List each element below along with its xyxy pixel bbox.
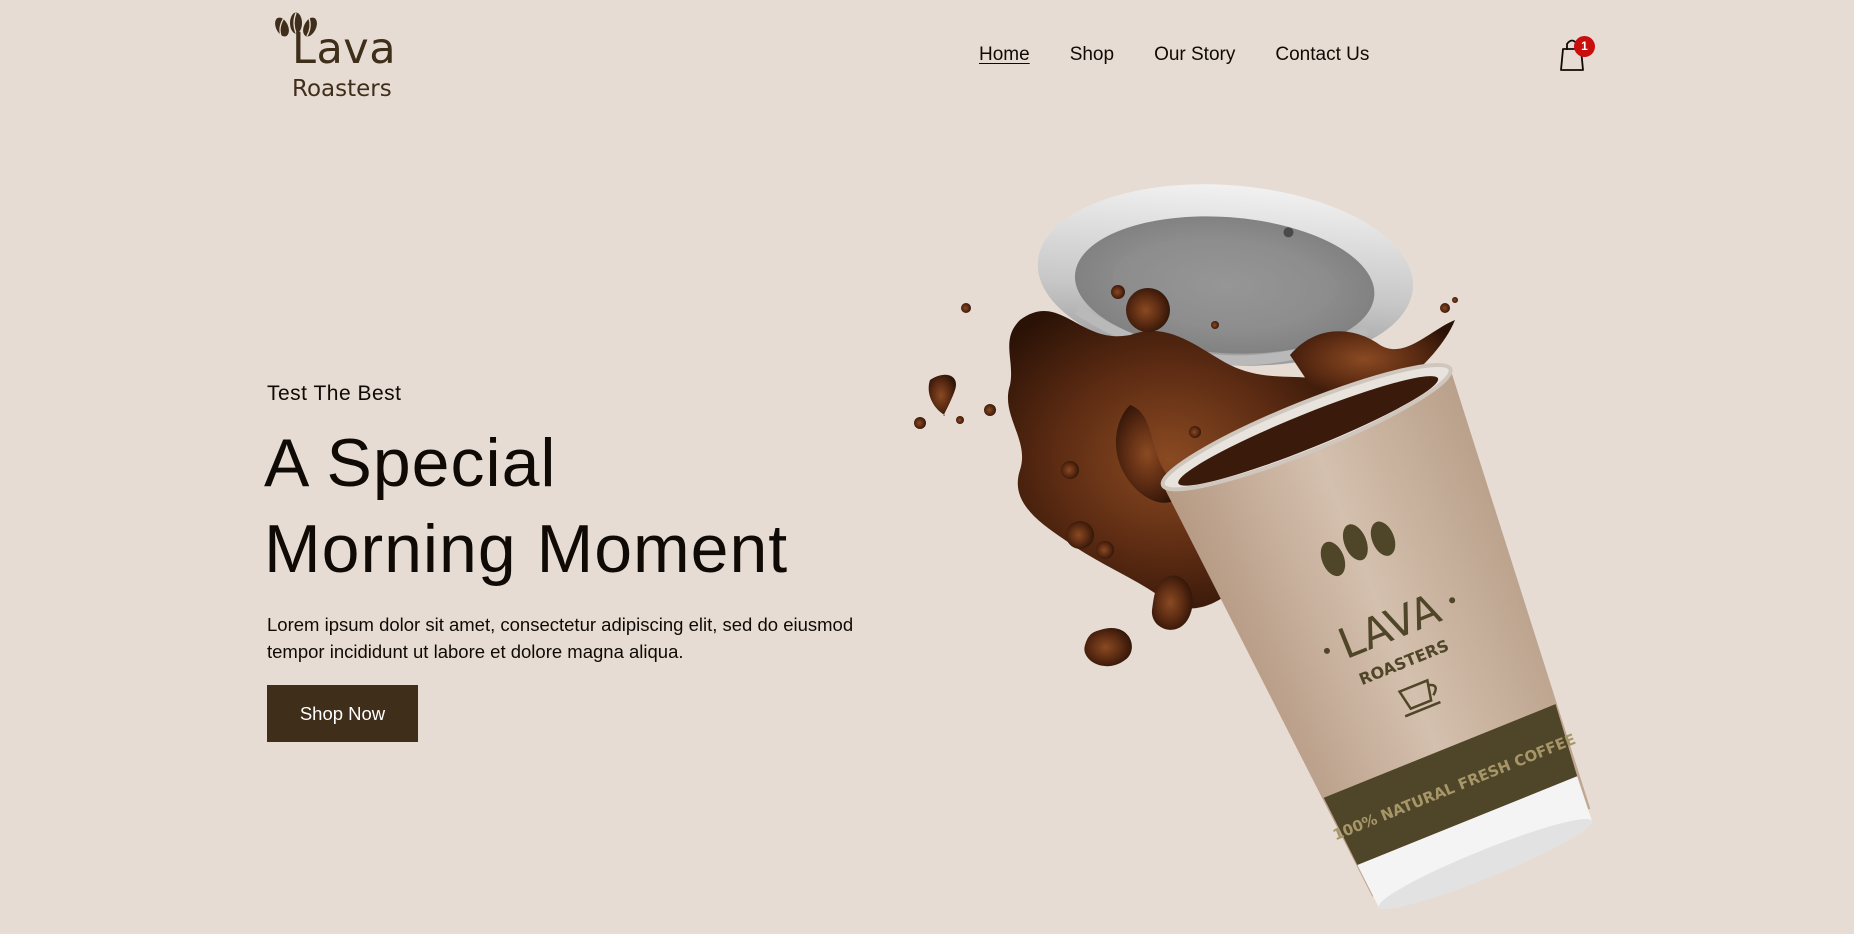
shop-now-button[interactable]: Shop Now <box>267 685 418 742</box>
nav-home[interactable]: Home <box>979 43 1030 66</box>
hero-headline-line-1: A Special <box>264 425 557 501</box>
nav-shop[interactable]: Shop <box>1070 43 1114 66</box>
hero-eyebrow: Test The Best <box>267 382 402 405</box>
nav-our-story[interactable]: Our Story <box>1154 43 1235 66</box>
cart-count-badge: 1 <box>1574 36 1595 57</box>
brand-tagline: Roasters <box>292 76 392 102</box>
cart-button[interactable]: 1 <box>1560 34 1600 74</box>
coffee-cup-splash-image: LAVA ROASTERS 100% NATURAL FRESH COFFEE <box>914 184 1593 910</box>
nav-contact-us[interactable]: Contact Us <box>1275 43 1369 66</box>
hero-description: Lorem ipsum dolor sit amet, consectetur … <box>267 611 947 665</box>
brand-logo[interactable]: Lava Roasters <box>272 10 432 110</box>
hero-description-line-2: tempor incididunt ut labore et dolore ma… <box>267 641 684 662</box>
brand-name: Lava <box>292 24 397 74</box>
hero-headline: A Special Morning Moment <box>264 420 964 592</box>
main-nav: Home Shop Our Story Contact Us <box>979 43 1369 66</box>
hero-description-line-1: Lorem ipsum dolor sit amet, consectetur … <box>267 614 854 635</box>
hero-headline-line-2: Morning Moment <box>264 511 789 587</box>
